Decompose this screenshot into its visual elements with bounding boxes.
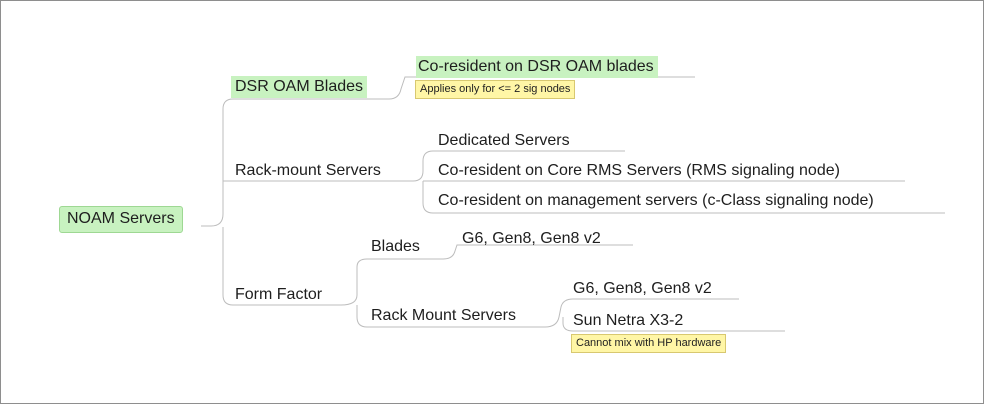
- note-applies-only: Applies only for <= 2 sig nodes: [415, 80, 576, 99]
- mindmap-canvas: NOAM Servers DSR OAM Blades Co-resident …: [0, 0, 984, 404]
- topic-dsr-oam-blades[interactable]: DSR OAM Blades: [231, 76, 368, 98]
- topic-rack-mount-servers[interactable]: Rack-mount Servers: [235, 161, 381, 181]
- topic-rms-generations[interactable]: G6, Gen8, Gen8 v2: [573, 279, 712, 299]
- topic-dedicated-servers[interactable]: Dedicated Servers: [438, 131, 570, 151]
- topic-rack-mount-servers-ff[interactable]: Rack Mount Servers: [371, 306, 516, 326]
- topic-blades-generations[interactable]: G6, Gen8, Gen8 v2: [462, 229, 601, 249]
- topic-coresident-core-rms[interactable]: Co-resident on Core RMS Servers (RMS sig…: [438, 161, 840, 181]
- topic-form-factor[interactable]: Form Factor: [235, 285, 322, 305]
- topic-blades[interactable]: Blades: [371, 237, 420, 257]
- note-cannot-mix: Cannot mix with HP hardware: [571, 334, 727, 353]
- connector-root: [201, 98, 413, 306]
- topic-coresident-dsr-oam[interactable]: Co-resident on DSR OAM blades: [416, 56, 658, 78]
- root-topic-noam-servers[interactable]: NOAM Servers: [59, 206, 183, 233]
- topic-sun-netra[interactable]: Sun Netra X3-2: [573, 311, 683, 331]
- topic-coresident-mgmt-servers[interactable]: Co-resident on management servers (c-Cla…: [438, 191, 874, 211]
